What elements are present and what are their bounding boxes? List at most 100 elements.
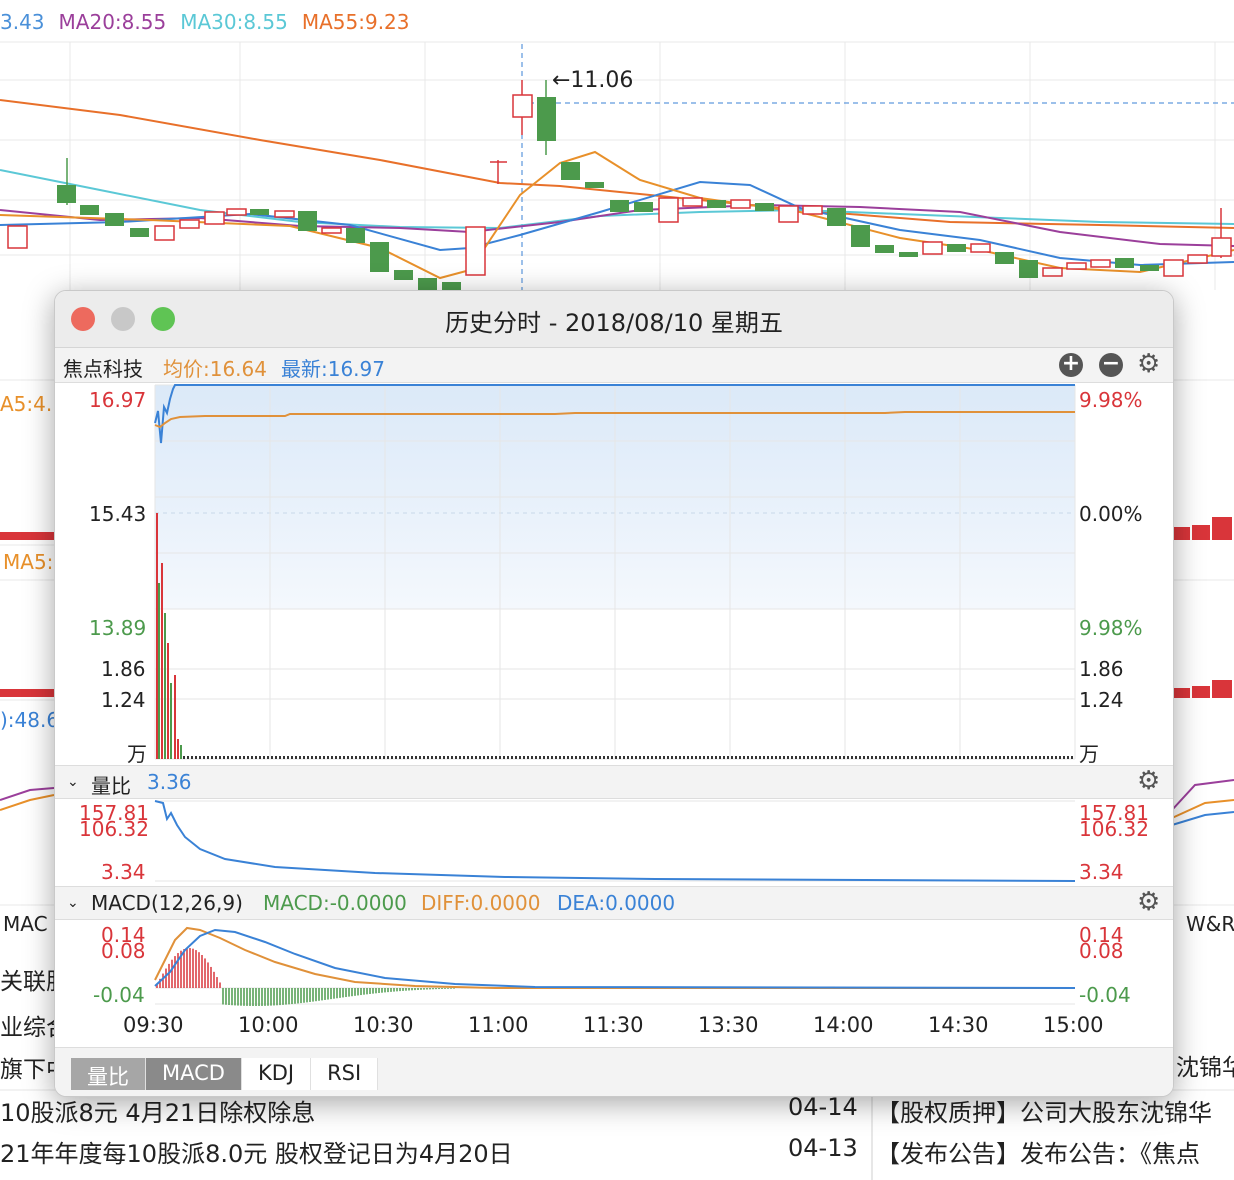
volume-bar	[383, 756, 385, 759]
zoom-in-icon[interactable]: +	[1059, 353, 1083, 377]
ratio-axis-bottom: 3.34	[101, 860, 146, 884]
volume-bar	[1015, 756, 1017, 759]
volume-bar	[347, 756, 349, 759]
volume-bar	[303, 756, 305, 759]
volume-bar	[323, 756, 325, 759]
volume-bar	[183, 756, 185, 759]
volume-bar	[423, 756, 425, 759]
volume-bar	[403, 756, 405, 759]
settings-gear-icon[interactable]: ⚙	[1137, 351, 1160, 377]
window-titlebar[interactable]: 历史分时 - 2018/08/10 星期五	[55, 291, 1173, 348]
tab-rsi[interactable]: RSI	[311, 1058, 379, 1090]
volume-bar	[483, 756, 485, 759]
macd-settings-gear-icon[interactable]: ⚙	[1137, 889, 1160, 915]
volume-bar	[847, 756, 849, 759]
volume-bar	[307, 756, 309, 759]
volume-bar	[463, 756, 465, 759]
volume-bar	[180, 745, 182, 759]
pct-axis-top: 9.98%	[1079, 388, 1143, 412]
volume-bar	[371, 756, 373, 759]
volume-bar	[263, 756, 265, 759]
volume-bar	[563, 756, 565, 759]
peak-price-label: ←11.06	[552, 68, 634, 93]
volume-bar	[955, 756, 957, 759]
collapse-chevron-icon[interactable]: ⌄	[67, 895, 79, 911]
stock-info-bar: 焦点科技 均价:16.64 最新:16.97 + − ⚙	[55, 348, 1173, 383]
volume-bar	[779, 756, 781, 759]
vol-axis-mid-right: 1.24	[1079, 688, 1124, 712]
volume-bar	[367, 756, 369, 759]
volume-bar	[639, 756, 641, 759]
macd-axis-mid: 0.08	[101, 939, 146, 963]
volume-bar	[795, 756, 797, 759]
news-title[interactable]: 21年年度每10股派8.0元 股权登记日为4月20日	[0, 1140, 513, 1168]
news-item-right[interactable]: 【股权质押】公司大股东沈锦华	[876, 1093, 1212, 1128]
volume-bar	[1027, 756, 1029, 759]
tab-macd[interactable]: MACD	[146, 1058, 242, 1090]
news-item[interactable]: 10股派8元 4月21日除权除息	[0, 1093, 315, 1128]
time-tick: 10:30	[353, 1013, 414, 1037]
volume-bar	[731, 756, 733, 759]
volume-bar	[279, 756, 281, 759]
volume-bar	[875, 756, 877, 759]
news-item[interactable]: 21年年度每10股派8.0元 股权登记日为4月20日	[0, 1134, 513, 1169]
volume-bar	[755, 756, 757, 759]
history-intraday-window: 历史分时 - 2018/08/10 星期五 焦点科技 均价:16.64 最新:1…	[54, 290, 1174, 1097]
volume-bar	[591, 756, 593, 759]
volume-bar	[699, 756, 701, 759]
volume-bar	[715, 756, 717, 759]
ratio-settings-gear-icon[interactable]: ⚙	[1137, 768, 1160, 794]
volume-bar	[415, 756, 417, 759]
volume-bar	[667, 756, 669, 759]
volume-bar	[539, 756, 541, 759]
collapse-chevron-icon[interactable]: ⌄	[67, 774, 79, 790]
volume-bar	[399, 756, 401, 759]
indicator-tab-area: 量比 MACD KDJ RSI	[55, 1047, 1173, 1096]
volume-bar	[707, 756, 709, 759]
volume-bar	[311, 756, 313, 759]
volume-bar	[935, 756, 937, 759]
volume-bar	[187, 756, 189, 759]
volume-bar	[167, 643, 169, 759]
vol-axis-unit-right: 万	[1079, 742, 1099, 766]
left-ma5-label: A5:4.	[0, 392, 53, 416]
macd-value: MACD:-0.0000	[263, 891, 407, 915]
ratio-section-value: 3.36	[147, 770, 192, 794]
volume-bar	[387, 756, 389, 759]
ma30-label: MA30:8.55	[180, 10, 288, 34]
tab-kdj[interactable]: KDJ	[241, 1058, 312, 1090]
volume-bar	[651, 756, 653, 759]
volume-bar	[447, 756, 449, 759]
stock-name: 焦点科技	[63, 357, 143, 381]
volume-bar	[351, 756, 353, 759]
volume-bar	[635, 756, 637, 759]
volume-bar	[471, 756, 473, 759]
volume-bar	[979, 756, 981, 759]
ma-legend: 3.43 MA20:8.55 MA30:8.55 MA55:9.23	[0, 10, 424, 40]
dea-value: DEA:0.0000	[557, 891, 676, 915]
volume-bar	[603, 756, 605, 759]
volume-bar	[711, 756, 713, 759]
volume-bar	[431, 756, 433, 759]
tab-volume-ratio[interactable]: 量比	[71, 1058, 146, 1090]
volume-bar	[919, 756, 921, 759]
volume-bar	[255, 756, 257, 759]
volume-bar	[619, 756, 621, 759]
volume-bar	[459, 756, 461, 759]
volume-bar	[879, 756, 881, 759]
volume-bar	[1051, 756, 1053, 759]
right-news-fragment[interactable]: 沈锦华	[1176, 1048, 1234, 1082]
news-title[interactable]: 10股派8元 4月21日除权除息	[0, 1099, 315, 1127]
news-date: 04-13	[788, 1134, 858, 1162]
news-item-right[interactable]: 【发布公告】发布公告：《焦点	[876, 1134, 1200, 1169]
volume-bar	[887, 756, 889, 759]
volume-bar	[727, 756, 729, 759]
volume-bar	[231, 756, 233, 759]
zoom-out-icon[interactable]: −	[1099, 353, 1123, 377]
volume-bar	[243, 756, 245, 759]
volume-bar	[687, 756, 689, 759]
ratio-axis-bottom-right: 3.34	[1079, 860, 1124, 884]
volume-bar	[499, 756, 501, 759]
volume-bar	[815, 756, 817, 759]
left-value-label: ):48.6	[0, 708, 60, 732]
